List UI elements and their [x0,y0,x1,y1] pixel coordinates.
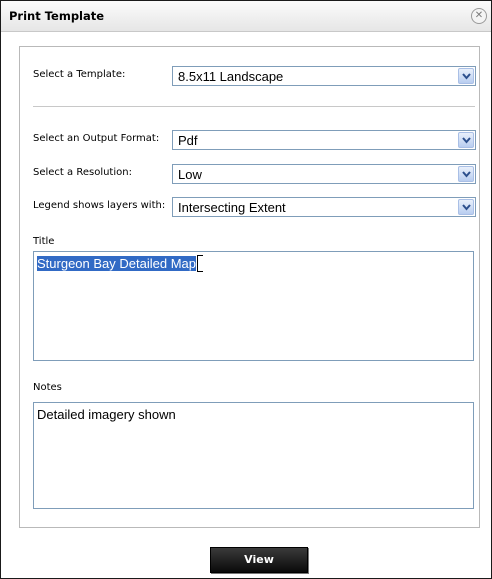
view-button[interactable]: View [210,547,308,573]
legend-label: Legend shows layers with: [33,200,166,211]
notes-textarea-value: Detailed imagery shown [37,407,176,422]
chevron-down-icon[interactable] [458,166,474,182]
resolution-label: Select a Resolution: [33,167,132,178]
dialog-title: Print Template [9,9,105,23]
output-format-select[interactable]: Pdf [172,130,476,150]
title-textarea[interactable]: Sturgeon Bay Detailed Map [33,251,474,361]
selected-title-text: Sturgeon Bay Detailed Map [37,256,196,271]
notes-textarea[interactable]: Detailed imagery shown [33,402,474,509]
chevron-down-icon[interactable] [458,199,474,215]
dialog-titlebar[interactable]: Print Template ✕ [1,1,491,32]
legend-select-value: Intersecting Extent [178,200,286,215]
title-textarea-value: Sturgeon Bay Detailed Map [37,255,203,273]
form-panel: Select a Template: 8.5x11 Landscape Sele… [19,46,480,528]
chevron-down-icon[interactable] [458,68,474,84]
resolution-select[interactable]: Low [172,164,476,184]
template-select[interactable]: 8.5x11 Landscape [172,66,476,86]
legend-select[interactable]: Intersecting Extent [172,197,476,217]
title-label: Title [33,236,55,247]
section-divider [33,106,475,107]
template-select-value: 8.5x11 Landscape [178,69,284,84]
notes-label: Notes [33,382,62,393]
template-label: Select a Template: [33,69,126,80]
resolution-select-value: Low [178,167,202,182]
text-cursor-icon [196,255,203,273]
output-format-select-value: Pdf [178,133,198,148]
close-icon[interactable]: ✕ [471,8,487,24]
chevron-down-icon[interactable] [458,132,474,148]
output-format-label: Select an Output Format: [33,133,160,144]
print-template-dialog: Print Template ✕ Select a Template: 8.5x… [0,0,492,579]
